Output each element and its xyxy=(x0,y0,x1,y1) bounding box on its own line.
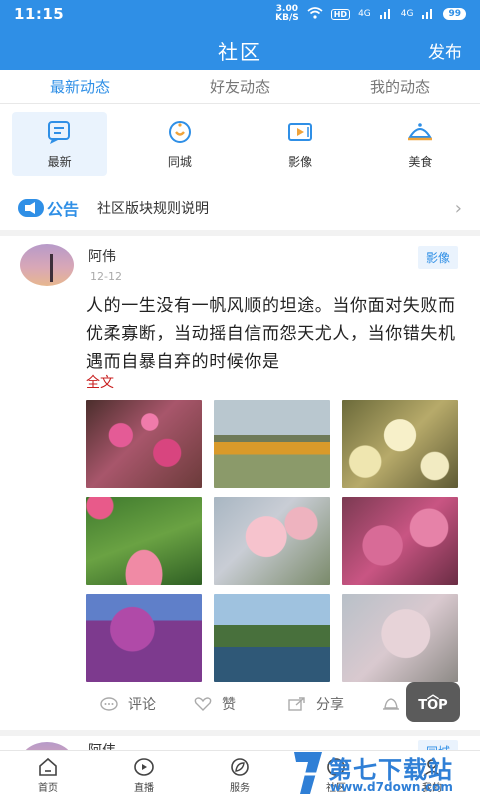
home-icon xyxy=(39,757,57,776)
post-author[interactable]: 阿伟 xyxy=(88,740,116,750)
post-card: 阿伟 12-12 影像 人的一生没有一帆风顺的坦途。当你面对失败而优柔寡断，当动… xyxy=(0,236,480,730)
category-video[interactable]: 影像 xyxy=(253,112,348,176)
category-label: 影像 xyxy=(288,154,313,169)
tab-mine[interactable]: 我的动态 xyxy=(320,70,480,103)
read-full-link[interactable]: 全文 xyxy=(86,372,114,392)
signal-bars-icon xyxy=(379,7,393,22)
photo-grid xyxy=(86,400,459,682)
bell-icon xyxy=(382,697,400,711)
watermark-url: www.d7down.com xyxy=(330,780,453,794)
category-food[interactable]: 美食 xyxy=(373,112,468,176)
signal-4g-1: 4G xyxy=(358,9,371,19)
food-cover-icon xyxy=(408,122,433,140)
back-to-top-button[interactable]: ︿ TOP xyxy=(406,682,460,722)
page-title: 社区 xyxy=(218,40,262,64)
status-icons: 3.00 KB/S HD 4G 4G 99 xyxy=(275,5,466,23)
status-time: 11:15 xyxy=(14,5,65,23)
wifi-icon xyxy=(307,6,323,22)
publish-button[interactable]: 发布 xyxy=(428,38,462,63)
post-author[interactable]: 阿伟 xyxy=(88,246,116,266)
chevron-right-icon: › xyxy=(454,197,462,219)
share-icon xyxy=(288,697,306,711)
avatar[interactable] xyxy=(20,244,74,286)
megaphone-icon xyxy=(18,199,44,217)
share-button[interactable]: 分享 xyxy=(288,694,382,714)
photo-thumbnail[interactable] xyxy=(214,400,330,488)
announcement-bar[interactable]: 公告 社区版块规则说明 › xyxy=(0,186,480,230)
heart-icon xyxy=(194,697,212,711)
signal-4g-2: 4G xyxy=(400,9,414,19)
video-icon xyxy=(288,122,313,141)
note-icon xyxy=(47,120,70,144)
app-header: 社区 发布 xyxy=(0,28,480,70)
signal-bars-icon-2 xyxy=(421,7,435,22)
live-icon xyxy=(134,758,154,776)
announcement-text: 社区版块规则说明 xyxy=(97,201,210,217)
feed-tabs: 最新动态 好友动态 我的动态 xyxy=(0,70,480,104)
category-latest[interactable]: 最新 xyxy=(12,112,108,176)
nav-service[interactable]: 服务 xyxy=(192,751,288,800)
category-local[interactable]: 同城 xyxy=(132,112,227,176)
hd-badge: HD xyxy=(330,8,351,20)
category-bar: 最新 同城 影像 美食 xyxy=(12,112,468,176)
tab-latest[interactable]: 最新动态 xyxy=(0,70,160,103)
photo-thumbnail[interactable] xyxy=(214,594,330,682)
photo-thumbnail[interactable] xyxy=(214,497,330,585)
comment-icon xyxy=(100,697,118,711)
photo-thumbnail[interactable] xyxy=(342,400,458,488)
watermark-logo-icon xyxy=(294,752,322,794)
post-date: 12-12 xyxy=(90,270,122,283)
photo-thumbnail[interactable] xyxy=(342,497,458,585)
tab-friends[interactable]: 好友动态 xyxy=(160,70,320,103)
photo-thumbnail[interactable] xyxy=(342,594,458,682)
network-speed: 3.00 KB/S xyxy=(275,4,299,23)
category-label: 最新 xyxy=(47,154,72,169)
status-bar: 11:15 3.00 KB/S HD 4G 4G 99 xyxy=(0,0,480,28)
category-label: 同城 xyxy=(167,154,192,169)
post-category-badge: 影像 xyxy=(417,246,458,269)
like-button[interactable]: 赞 xyxy=(194,694,288,714)
category-label: 美食 xyxy=(408,154,433,169)
battery-indicator: 99 xyxy=(443,8,466,20)
nav-live[interactable]: 直播 xyxy=(96,751,192,800)
post-content: 人的一生没有一帆风顺的坦途。当你面对失败而优柔寡断，当动摇自信而怨天尤人，当你错… xyxy=(86,296,456,372)
comment-button[interactable]: 评论 xyxy=(100,694,194,714)
photo-thumbnail[interactable] xyxy=(86,400,202,488)
nav-home[interactable]: 首页 xyxy=(0,751,96,800)
watermark: 第七下载站 www.d7down.com xyxy=(282,748,480,800)
avatar[interactable] xyxy=(20,742,74,750)
announcement-tag: 公告 xyxy=(18,196,79,220)
location-icon xyxy=(168,120,191,143)
service-icon xyxy=(231,758,249,776)
photo-thumbnail[interactable] xyxy=(86,497,202,585)
photo-thumbnail[interactable] xyxy=(86,594,202,682)
